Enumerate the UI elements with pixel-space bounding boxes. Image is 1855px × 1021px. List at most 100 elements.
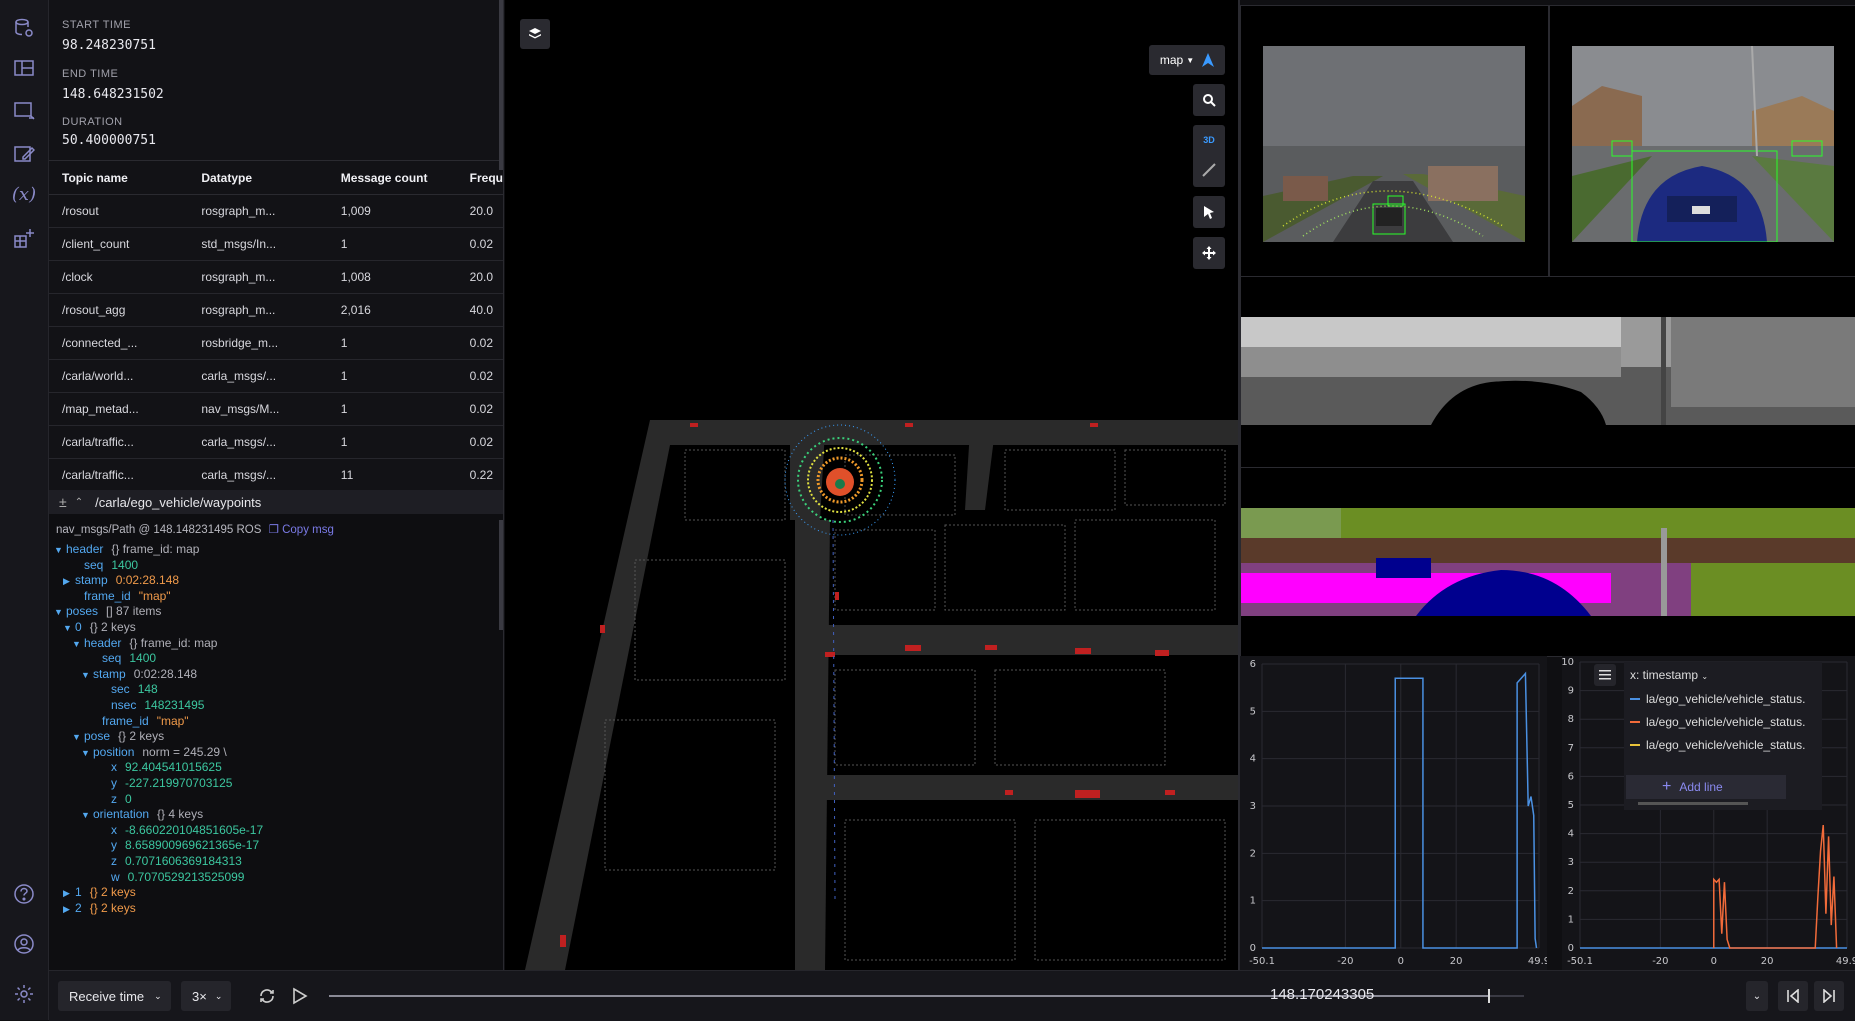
layout-icon[interactable] [12,56,36,80]
timeline-handle[interactable] [1488,989,1491,1003]
raw-messages-panel: ± ⌃ /carla/ego_vehicle/waypoints nav_msg… [49,490,504,970]
tree-node[interactable]: ▼ header {} frame_id: map [72,636,217,650]
layers-icon[interactable] [520,19,550,49]
scrollbar[interactable] [499,0,503,170]
tree-node[interactable]: ▶ 1 {} 2 keys [63,885,136,899]
tree-node[interactable]: seq 1400 [72,558,138,572]
tree-node[interactable]: frame_id "map" [90,714,189,728]
tree-node[interactable]: x -8.660220104851605e-17 [99,823,263,837]
table-row[interactable]: /rosout_agg rosgraph_m... 2,016 40.0 [49,293,503,327]
tree-key: nsec [111,698,137,712]
y-tick-label: 5 [1568,800,1574,811]
x-axis-select[interactable]: x: timestamp ⌄ [1630,668,1708,682]
table-cell: 1 [327,425,457,459]
tree-node[interactable]: sec 148 [99,682,158,696]
table-cell: 20.0 [456,194,503,228]
table-row[interactable]: /carla/traffic... carla_msgs/... 1 0.02 [49,425,503,459]
segmentation-camera-panel[interactable] [1240,467,1855,657]
table-row[interactable]: /rosout rosgraph_m... 1,009 20.0 [49,194,503,228]
move-icon[interactable] [1193,237,1225,269]
plot-panel-1[interactable]: 6 5 4 3 2 1 0 -50.1 -20 0 20 49.9 [1240,656,1547,970]
table-cell: 2,016 [327,293,457,327]
tree-node[interactable]: ▼ header {} frame_id: map [54,542,199,556]
table-cell: /client_count [49,227,189,261]
topic-path-input[interactable]: /carla/ego_vehicle/waypoints [95,495,261,510]
tree-node[interactable]: z 0.7071606369184313 [99,854,242,868]
column-header[interactable]: Frequ [456,160,503,195]
tree-node[interactable]: ▼ stamp 0:02:28.148 [81,667,197,681]
diff-toggle-icon[interactable]: ± [59,494,67,510]
frame-select[interactable]: map ▼ [1149,45,1225,75]
speed-select[interactable]: 3× ⌄ [181,981,231,1011]
tree-node[interactable]: x 92.404541015625 [99,760,222,774]
x-tick-label: -50.1 [1567,956,1593,967]
scrollbar[interactable] [499,520,503,630]
y-tick-label: 8 [1568,714,1574,725]
tree-node[interactable]: ▶ stamp 0:02:28.148 [63,573,179,587]
seek-forward-icon[interactable] [1814,981,1844,1011]
add-panel-icon[interactable] [12,98,36,122]
expand-arrow-icon: ▼ [81,747,90,758]
legend-line[interactable]: la/ego_vehicle/vehicle_status. [1630,715,1805,729]
tree-node[interactable]: ▼ poses [] 87 items [54,604,161,618]
add-line-button[interactable]: + Add line [1626,775,1786,799]
receive-time-select[interactable]: Receive time ⌄ [58,981,171,1011]
start-time-label: START TIME [62,19,131,31]
expand-icon[interactable]: ⌃ [75,497,83,508]
tree-node[interactable]: ▶ 2 {} 2 keys [63,901,136,915]
tree-value: 1400 [111,557,139,572]
column-header[interactable]: Message count [327,160,457,195]
camera-front-panel[interactable] [1240,5,1549,277]
tree-node[interactable]: seq 1400 [90,651,156,665]
table-row[interactable]: /client_count std_msgs/In... 1 0.02 [49,227,503,261]
copy-msg-link[interactable]: ❐ Copy msg [269,524,334,536]
tree-node[interactable]: y 8.658900969621365e-17 [99,838,259,852]
tree-node[interactable]: ▼ position norm = 245.29 \ [81,745,227,759]
table-row[interactable]: /map_metad... nav_msgs/M... 1 0.02 [49,392,503,426]
tree-node[interactable]: ▼ pose {} 2 keys [72,729,164,743]
variables-icon[interactable]: (x) [12,182,36,206]
help-icon[interactable] [12,882,36,906]
tree-node[interactable]: ▼ orientation {} 4 keys [81,807,203,821]
edit-panel-icon[interactable] [12,142,36,166]
legend-line[interactable]: la/ego_vehicle/vehicle_status. [1630,692,1805,706]
tree-node[interactable]: w 0.7070529213525099 [99,870,244,884]
table-row[interactable]: /carla/traffic... carla_msgs/... 11 0.22 [49,458,503,490]
ruler-icon[interactable] [1202,163,1216,177]
menu-icon[interactable] [1594,664,1616,686]
tree-node[interactable]: z0 [99,792,132,806]
column-header[interactable]: Topic name [49,160,189,195]
table-cell: /carla/traffic... [49,458,189,490]
data-source-icon[interactable] [12,16,36,40]
seek-backward-icon[interactable] [1778,981,1808,1011]
table-row[interactable]: /carla/world... carla_msgs/... 1 0.02 [49,359,503,393]
tree-key: position [93,744,135,759]
time-format-select[interactable]: ⌄ [1746,981,1768,1011]
scrollbar[interactable] [1638,802,1748,805]
plot-panel-2[interactable]: 10 9 8 7 6 5 4 3 2 1 0 -50.1 -20 0 20 49.9 x: timestamp… [1562,656,1855,970]
tree-node[interactable]: y -227.219970703125 [99,776,232,790]
tree-node[interactable]: frame_id "map" [72,589,171,603]
table-row[interactable]: /connected_... rosbridge_m... 1 0.02 [49,326,503,360]
3d-toggle-icon[interactable]: 3D [1203,135,1215,145]
table-row[interactable]: /clock rosgraph_m... 1,008 20.0 [49,260,503,294]
select-icon[interactable] [1193,196,1225,228]
tree-node[interactable]: ▼ 0 {} 2 keys [63,620,136,634]
table-cell: /carla/world... [49,359,189,393]
tree-value: 92.404541015625 [125,760,222,775]
camera-rear-panel[interactable] [1549,5,1855,277]
tree-key: frame_id [102,713,149,728]
column-header[interactable]: Datatype [188,160,328,195]
tree-node[interactable]: nsec 148231495 [99,698,204,712]
play-icon[interactable] [292,987,308,1010]
legend-line[interactable]: la/ego_vehicle/vehicle_status. [1630,738,1805,752]
account-icon[interactable] [12,932,36,956]
table-cell: nav_msgs/M... [188,392,328,426]
loop-icon[interactable] [258,987,276,1010]
search-icon[interactable] [1193,84,1225,116]
depth-camera-panel[interactable] [1240,276,1855,468]
settings-icon[interactable] [12,982,36,1006]
expand-arrow-icon: ▼ [72,638,81,649]
3d-panel[interactable]: map ▼ 3D [505,0,1240,970]
extensions-icon[interactable] [12,226,36,250]
